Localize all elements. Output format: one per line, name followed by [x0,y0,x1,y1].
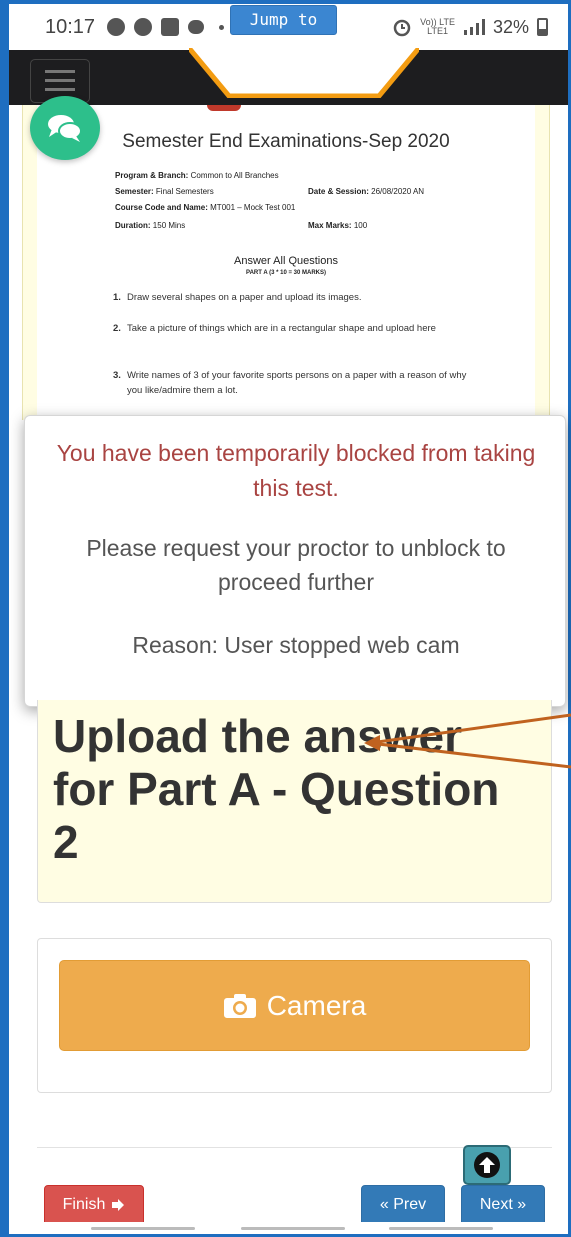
message-icon [161,18,180,36]
jump-to-button[interactable]: Jump to [230,5,337,35]
annotation-arrows [364,713,571,769]
home-button[interactable] [241,1227,345,1230]
program-label: Program & Branch: [115,171,189,180]
question-item: 1. Draw several shapes on a paper and up… [113,290,467,305]
jump-notch-decoration [189,48,419,98]
signal-icon [463,19,485,35]
date-row: Date & Session: 26/08/2020 AN [308,187,424,196]
blocked-modal: You have been temporarily blocked from t… [24,415,566,707]
camera-button[interactable]: Camera [59,960,530,1051]
question-text: Draw several shapes on a paper and uploa… [127,292,362,303]
question-text: Take a picture of things which are in a … [127,323,436,334]
question-item: 3. Write names of 3 of your favorite spo… [113,368,467,398]
question-item: 2. Take a picture of things which are in… [113,321,467,336]
alarm-icon [393,19,411,37]
course-row: Course Code and Name: MT001 – Mock Test … [115,203,295,212]
marks-value: 100 [353,221,368,230]
scroll-top-button[interactable] [463,1145,511,1185]
question-number: 2. [113,323,121,334]
duration-label: Duration: [115,221,151,230]
status-time: 10:17 [45,15,96,38]
notification-icons [107,18,225,36]
back-button[interactable] [389,1227,493,1230]
question-paper-image: Semester End Examinations-Sep 2020 Progr… [37,105,535,420]
chat-button[interactable] [30,96,100,160]
date-label: Date & Session: [308,187,369,196]
screenshot-frame-left [0,0,9,1237]
battery-percent: 32% [492,16,529,37]
marks-row: Max Marks: 100 [308,221,367,230]
semester-label: Semester: [115,187,154,196]
question-text: Write names of 3 of your favorite sports… [127,370,467,396]
camera-label: Camera [266,989,367,1021]
block-reason: Reason: User stopped web cam [132,632,460,658]
part-heading: PART A (3 * 10 = 30 MARKS) [246,270,326,276]
duration-row: Duration: 150 Mins [115,221,185,230]
battery-icon [537,18,548,36]
program-value: Common to All Branches [190,171,279,180]
status-right: Vo)) LTE LTE1 32% [392,17,548,38]
program-row: Program & Branch: Common to All Branches [115,171,279,180]
prev-button[interactable]: « Prev [361,1185,445,1225]
date-value: 26/08/2020 AN [371,187,425,196]
arrow-up-circle-icon [474,1152,500,1178]
prev-label: « Prev [379,1196,427,1213]
semester-value: Final Semesters [155,187,214,196]
university-logo [207,105,241,111]
proctor-request-text: Please request your proctor to unblock t… [86,535,506,595]
network-type: Vo)) LTE LTE1 [420,18,455,36]
recent-apps-button[interactable] [91,1227,195,1230]
question-number: 1. [113,292,121,303]
exam-title: Semester End Examinations-Sep 2020 [122,131,450,152]
semester-row: Semester: Final Semesters [115,187,214,196]
whatsapp-icon [134,18,153,36]
finish-button[interactable]: Finish [44,1185,144,1225]
camera-icon [223,993,256,1018]
marks-label: Max Marks: [308,221,352,230]
section-heading: Answer All Questions [234,255,338,267]
course-value: MT001 – Mock Test 001 [210,203,296,212]
question-number: 3. [113,370,121,381]
duration-value: 150 Mins [152,221,186,230]
chrome-icon [107,18,126,36]
course-label: Course Code and Name: [115,203,208,212]
finish-label: Finish [62,1196,106,1213]
system-nav-bar [9,1222,568,1234]
upload-panel: Camera [37,938,552,1093]
next-label: Next » [479,1196,527,1213]
sign-out-icon [112,1199,125,1211]
more-notifications-icon [219,24,225,30]
network-sub-label: LTE1 [427,26,448,36]
blocked-warning: You have been temporarily blocked from t… [56,440,536,501]
chat-bubbles-icon [48,115,82,142]
jio-icon [188,20,205,34]
next-button[interactable]: Next » [461,1185,545,1225]
